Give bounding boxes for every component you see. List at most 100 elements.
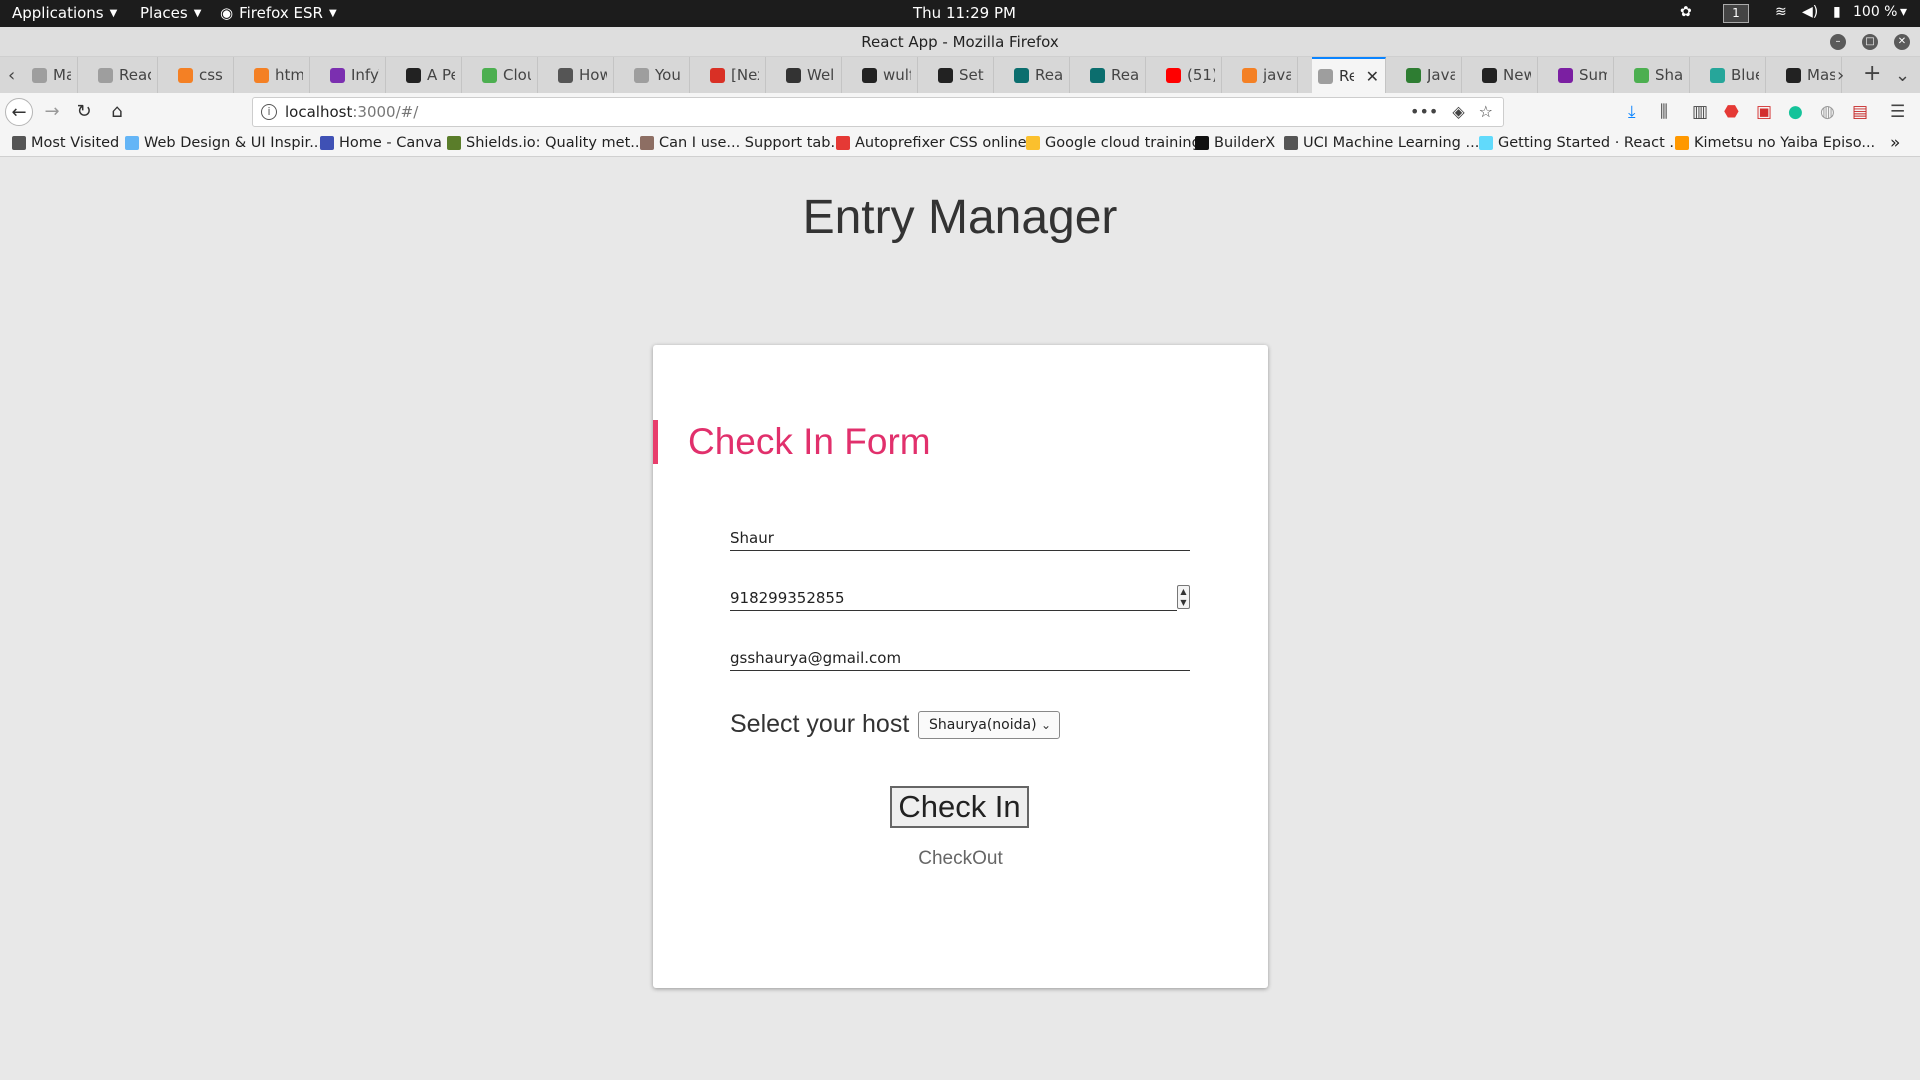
bookmark-item[interactable]: Shields.io: Quality met... bbox=[447, 135, 644, 151]
bookmark-item[interactable]: Most Visited bbox=[12, 135, 119, 151]
close-window-icon[interactable]: ✕ bbox=[1894, 34, 1910, 50]
url-path: :3000/#/ bbox=[352, 103, 419, 121]
tab-scroll-right-icon[interactable]: › bbox=[1837, 65, 1844, 86]
email-input[interactable] bbox=[730, 645, 1190, 671]
forward-icon[interactable]: → bbox=[38, 98, 66, 126]
phone-input[interactable] bbox=[730, 585, 1177, 611]
url-bar[interactable]: i localhost:3000/#/ ••• ◈ ☆ bbox=[252, 97, 1504, 127]
bookmark-favicon-icon bbox=[1195, 136, 1209, 150]
app-menu[interactable]: ◉ Firefox ESR ▼ bbox=[220, 4, 337, 22]
browser-tab[interactable]: Shau bbox=[1628, 57, 1690, 93]
tab-label: How bbox=[579, 66, 607, 84]
site-info-icon[interactable]: i bbox=[261, 104, 277, 120]
caret-down-icon: ▼ bbox=[109, 7, 118, 19]
browser-tab[interactable]: Clou bbox=[476, 57, 538, 93]
bookmark-item[interactable]: Getting Started · React ... bbox=[1479, 135, 1683, 151]
browser-tab[interactable]: (51) N bbox=[1160, 57, 1222, 93]
extension-icon[interactable]: ✿ bbox=[1680, 4, 1692, 20]
tab-label: (51) N bbox=[1187, 66, 1215, 84]
volume-icon[interactable]: ◀) bbox=[1802, 4, 1818, 20]
spin-up-icon[interactable]: ▲ bbox=[1180, 587, 1186, 596]
ublock-icon[interactable]: ⬣ bbox=[1724, 102, 1739, 122]
browser-tab[interactable]: Set a bbox=[932, 57, 994, 93]
grammarly-icon[interactable]: ● bbox=[1788, 102, 1803, 122]
pocket-icon[interactable]: ◈ bbox=[1452, 102, 1464, 121]
list-all-tabs-icon[interactable]: ⌄ bbox=[1895, 65, 1910, 86]
battery-percent: 100 % bbox=[1853, 4, 1898, 20]
applications-label: Applications bbox=[12, 4, 104, 22]
browser-tab[interactable]: Sum bbox=[1552, 57, 1614, 93]
browser-tab[interactable]: Mate bbox=[26, 57, 78, 93]
caret-down-icon: ▼ bbox=[328, 7, 337, 19]
tab-favicon-icon bbox=[32, 67, 47, 83]
browser-tab[interactable]: React Ap bbox=[92, 57, 158, 93]
extension-red-icon[interactable]: ▣ bbox=[1756, 102, 1772, 122]
bookmark-item[interactable]: Autoprefixer CSS online bbox=[836, 135, 1027, 151]
battery-icon[interactable]: ▮ bbox=[1833, 4, 1841, 20]
browser-tab[interactable]: New bbox=[1476, 57, 1538, 93]
home-icon[interactable]: ⌂ bbox=[103, 98, 131, 126]
browser-tab[interactable]: Blue bbox=[1704, 57, 1766, 93]
host-selected-value: Shaurya(noida) bbox=[929, 717, 1037, 733]
tab-favicon-icon bbox=[938, 67, 953, 83]
bookmark-star-icon[interactable]: ☆ bbox=[1479, 102, 1493, 121]
close-tab-icon[interactable]: ✕ bbox=[1366, 67, 1379, 86]
browser-tab[interactable]: Java bbox=[1400, 57, 1462, 93]
check-in-button[interactable]: Check In bbox=[890, 786, 1029, 828]
hamburger-menu-icon[interactable]: ☰ bbox=[1890, 102, 1905, 122]
places-menu[interactable]: Places ▼ bbox=[140, 4, 201, 22]
tab-label: Mast bbox=[1807, 66, 1835, 84]
spin-down-icon[interactable]: ▼ bbox=[1180, 598, 1186, 607]
browser-tab[interactable]: A Per bbox=[400, 57, 462, 93]
tab-favicon-icon bbox=[1634, 67, 1649, 83]
clock[interactable]: Thu 11:29 PM bbox=[913, 4, 1016, 22]
url-actions: ••• ◈ ☆ bbox=[1410, 102, 1493, 121]
checkout-link-text[interactable]: CheckOut bbox=[918, 848, 1002, 869]
wifi-icon[interactable]: ≋ bbox=[1775, 4, 1787, 20]
bookmark-item[interactable]: BuilderX bbox=[1195, 135, 1275, 151]
system-menu-caret-icon[interactable]: ▾ bbox=[1900, 4, 1907, 20]
bookmark-item[interactable]: Home - Canva bbox=[320, 135, 442, 151]
bookmark-label: Kimetsu no Yaiba Episo... bbox=[1694, 135, 1876, 151]
bookmark-item[interactable]: Kimetsu no Yaiba Episo... bbox=[1675, 135, 1875, 151]
sidebar-icon[interactable]: ▥ bbox=[1692, 102, 1708, 122]
bookmarks-overflow-icon[interactable]: » bbox=[1890, 133, 1900, 153]
browser-tab[interactable]: html bbox=[248, 57, 310, 93]
browser-tab[interactable]: javas bbox=[1236, 57, 1298, 93]
cors-extension-icon[interactable]: ▤ bbox=[1852, 102, 1868, 122]
host-select[interactable]: Shaurya(noida) ⌄ bbox=[918, 711, 1060, 739]
name-input[interactable] bbox=[730, 525, 1190, 551]
browser-tab[interactable]: css - bbox=[172, 57, 234, 93]
reload-icon[interactable]: ↻ bbox=[70, 98, 98, 126]
tab-scroll-left-icon[interactable]: ‹ bbox=[8, 65, 15, 86]
browser-tab[interactable]: Mast bbox=[1780, 57, 1842, 93]
tab-favicon-icon bbox=[1318, 68, 1333, 84]
browser-tab[interactable]: Welc bbox=[780, 57, 842, 93]
browser-tab[interactable]: Reac bbox=[1084, 57, 1146, 93]
maximize-icon[interactable]: □ bbox=[1862, 34, 1878, 50]
back-icon[interactable]: ← bbox=[5, 98, 33, 126]
bookmark-item[interactable]: UCI Machine Learning ... bbox=[1284, 135, 1479, 151]
browser-tab[interactable]: wulf bbox=[856, 57, 918, 93]
browser-tab[interactable]: Reac bbox=[1008, 57, 1070, 93]
minimize-icon[interactable]: – bbox=[1830, 34, 1846, 50]
browser-tab[interactable]: InfyT bbox=[324, 57, 386, 93]
bookmark-item[interactable]: Can I use... Support tab... bbox=[640, 135, 844, 151]
browser-tab[interactable]: You are bbox=[628, 57, 690, 93]
tab-label: Reac bbox=[1111, 66, 1139, 84]
bookmark-item[interactable]: Google cloud training bbox=[1026, 135, 1201, 151]
workspace-indicator[interactable]: 1 bbox=[1723, 4, 1749, 23]
browser-tab[interactable]: How bbox=[552, 57, 614, 93]
globe-extension-icon[interactable]: ◍ bbox=[1820, 102, 1835, 122]
tab-label: Shau bbox=[1655, 66, 1683, 84]
new-tab-icon[interactable]: + bbox=[1863, 61, 1881, 86]
phone-spinner[interactable]: ▲ ▼ bbox=[1177, 585, 1190, 609]
downloads-icon[interactable]: ⤓ bbox=[1628, 102, 1636, 122]
browser-tab[interactable]: [Nex bbox=[704, 57, 766, 93]
library-icon[interactable]: ⫼ bbox=[1660, 102, 1668, 122]
page-actions-icon[interactable]: ••• bbox=[1410, 102, 1438, 121]
tab-favicon-icon bbox=[1090, 67, 1105, 83]
bookmark-item[interactable]: Web Design & UI Inspir... bbox=[125, 135, 323, 151]
browser-tab[interactable]: React ✕ bbox=[1312, 57, 1386, 93]
applications-menu[interactable]: Applications ▼ bbox=[12, 4, 117, 22]
